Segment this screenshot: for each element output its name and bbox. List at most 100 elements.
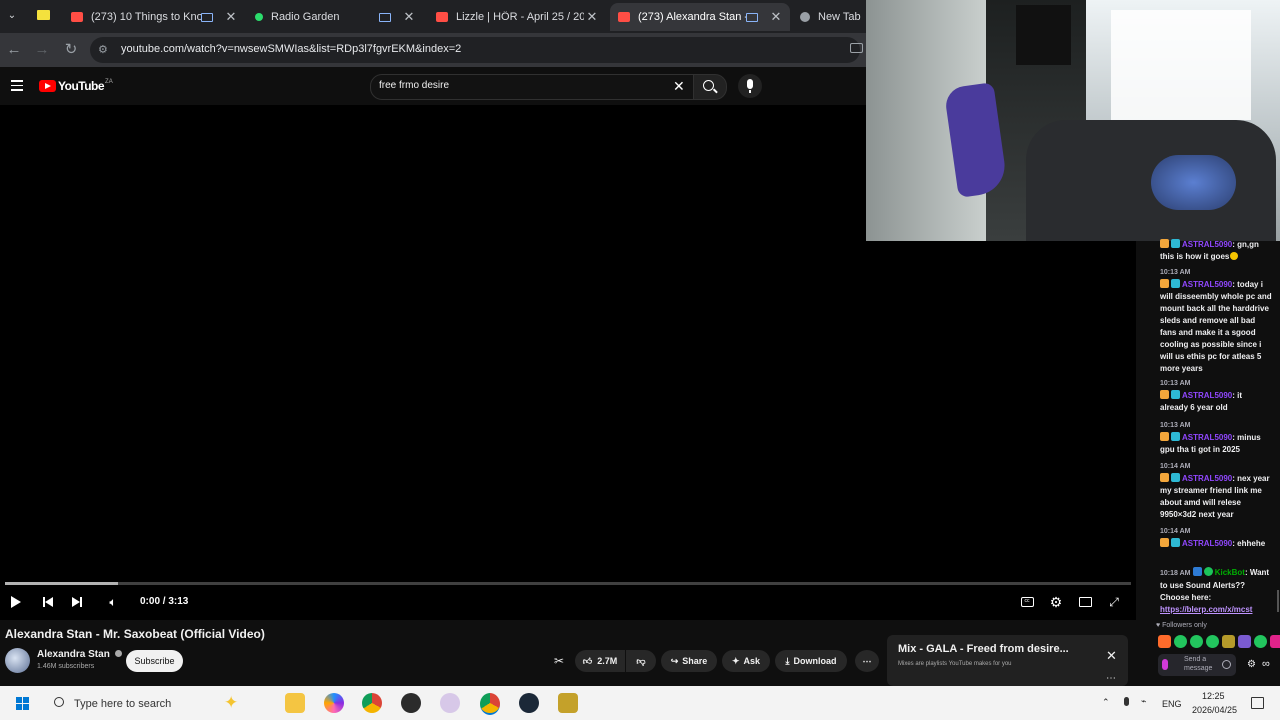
chat-username[interactable]: ASTRAL5090 [1182,433,1232,442]
play-button[interactable] [7,594,25,610]
miniplayer-button[interactable] [1076,594,1094,610]
emote-icon[interactable] [1238,635,1251,648]
search-highlight-icon[interactable]: ✦ [224,693,238,713]
show-hidden-icons[interactable]: ⌃ [1102,697,1110,708]
chat-timestamp: 10:13 AM [1160,267,1272,279]
emoji-picker-icon[interactable] [1222,660,1231,669]
fullscreen-icon: ⤢ [1109,595,1119,610]
clock-time[interactable]: 12:25 [1202,691,1225,701]
fullscreen-button[interactable]: ⤢ [1105,594,1123,610]
chat-link[interactable]: https://blerp.com/x/mcst [1160,605,1252,614]
chat-username[interactable]: ASTRAL5090 [1182,539,1232,548]
chat-settings-icon[interactable]: ⚙ [1247,659,1261,671]
pinned-tab-folder-icon[interactable] [37,10,50,20]
chrome-icon[interactable] [362,693,382,713]
clock-date[interactable]: 2026/04/25 [1192,705,1237,715]
taskbar-search-placeholder[interactable]: Type here to search [74,698,171,710]
chat-username[interactable]: ASTRAL5090 [1182,474,1232,483]
steam-icon[interactable] [519,693,539,713]
emote-icon[interactable] [1254,635,1267,648]
browser-tab[interactable]: New Tab [792,3,866,31]
windows-start-icon[interactable] [16,697,29,710]
media-playing-icon[interactable] [746,13,758,22]
share-button[interactable]: ↪Share [661,650,717,672]
thumbs-up-icon: 👍︎ [583,656,592,667]
emote-icon[interactable] [1206,635,1219,648]
back-arrow-icon[interactable]: ← [5,41,23,59]
progress-bar[interactable] [5,582,1131,585]
hamburger-menu-icon[interactable] [11,80,23,91]
emote-icon[interactable] [1190,635,1203,648]
volume-button[interactable]: 🔈︎ [104,594,122,610]
browser-tab[interactable]: Lizzle | HÖR - April 25 / 2026 ✕ [428,3,606,31]
forward-arrow-icon[interactable]: → [33,41,51,59]
url-text[interactable]: youtube.com/watch?v=nwsewSMWIas&list=RDp… [121,43,461,55]
mix-playlist-card[interactable]: Mix - GALA - Freed from desire... Mixes … [887,635,1128,686]
network-icon[interactable]: ⌁ [1141,696,1146,707]
tab-search-chevron-icon[interactable]: ⌄ [4,8,20,24]
time-display: 0:00 / 3:13 [140,596,188,607]
close-mix-icon[interactable]: ✕ [1106,648,1117,664]
more-horizontal-icon: ⋯ [863,656,872,667]
emote-icon[interactable] [1222,635,1235,648]
clear-search-icon[interactable]: ✕ [673,78,685,95]
chrome-profile-icon[interactable] [480,693,500,715]
chat-send-input[interactable]: Send a message [1158,654,1236,676]
app-icon[interactable] [440,693,460,713]
channel-name-text[interactable]: Alexandra Stan [37,649,110,660]
taskbar-search-box[interactable]: Type here to search ✦ [46,691,274,717]
browser-tab[interactable]: Radio Garden ✕ [247,3,423,31]
channel-name[interactable]: Alexandra Stan [37,649,122,660]
file-explorer-icon[interactable] [285,693,305,713]
youtube-logo[interactable]: YouTube ZA [39,79,113,93]
notification-icon[interactable] [1251,697,1264,709]
chat-username[interactable]: ASTRAL5090 [1182,391,1232,400]
download-button[interactable]: ⤓Download [775,650,847,672]
emote-icon[interactable] [1158,635,1171,648]
voice-search-button[interactable] [738,74,762,98]
clip-icon[interactable]: ✂ [554,654,568,668]
browser-tab[interactable]: (273) 10 Things to Know I ✕ [63,3,245,31]
emote-icon[interactable] [1174,635,1187,648]
mix-more-icon[interactable]: ⋯ [1106,673,1116,684]
search-box[interactable]: free frmo desire ✕ [370,74,695,100]
app-yellow-icon[interactable] [558,693,578,713]
copilot-icon[interactable] [324,693,344,713]
chat-username[interactable]: KickBot [1215,568,1245,577]
search-button[interactable] [693,74,727,100]
next-button[interactable] [68,594,86,610]
infinity-icon[interactable]: ∞ [1262,658,1270,670]
verified-icon [115,650,122,657]
microphone-tray-icon[interactable] [1124,697,1129,706]
download-icon: ⤓ [786,656,790,667]
settings-button[interactable]: ⚙ [1047,594,1065,610]
chat-username[interactable]: ASTRAL5090 [1182,280,1232,289]
obs-icon[interactable] [401,693,421,713]
browser-tab-active[interactable]: (273) Alexandra Stan - Mr ✕ [610,3,790,31]
language-indicator[interactable]: ENG [1162,699,1182,709]
ask-button[interactable]: ✦Ask [722,650,770,672]
previous-button[interactable] [39,594,57,610]
site-settings-icon[interactable]: ⚙ [98,43,112,57]
tab-close-icon[interactable]: ✕ [223,9,239,25]
tab-close-icon[interactable]: ✕ [401,9,417,25]
dislike-button[interactable]: 👎︎ [626,650,656,672]
subscribe-button[interactable]: Subscribe [126,650,183,672]
more-actions-button[interactable]: ⋯ [855,650,879,672]
channel-avatar[interactable] [5,648,30,673]
tab-close-icon[interactable]: ✕ [768,9,784,25]
media-playing-icon[interactable] [379,13,391,22]
reload-icon[interactable]: ↻ [62,41,80,59]
media-playing-icon[interactable] [201,13,213,22]
address-bar[interactable]: ⚙ youtube.com/watch?v=nwsewSMWIas&list=R… [90,37,860,63]
like-button[interactable]: 👍︎2.7M [575,650,625,672]
mic-icon[interactable] [1162,659,1168,670]
tab-close-icon[interactable]: ✕ [584,9,600,25]
search-input[interactable]: free frmo desire [379,80,449,91]
chat-scrollbar[interactable] [1277,590,1279,612]
cast-icon[interactable] [850,43,863,53]
emote-icon[interactable] [1270,635,1280,648]
subtitles-button[interactable]: cc [1018,594,1036,610]
chat-username[interactable]: ASTRAL5090 [1182,240,1232,249]
mix-title[interactable]: Mix - GALA - Freed from desire... [898,643,1069,655]
